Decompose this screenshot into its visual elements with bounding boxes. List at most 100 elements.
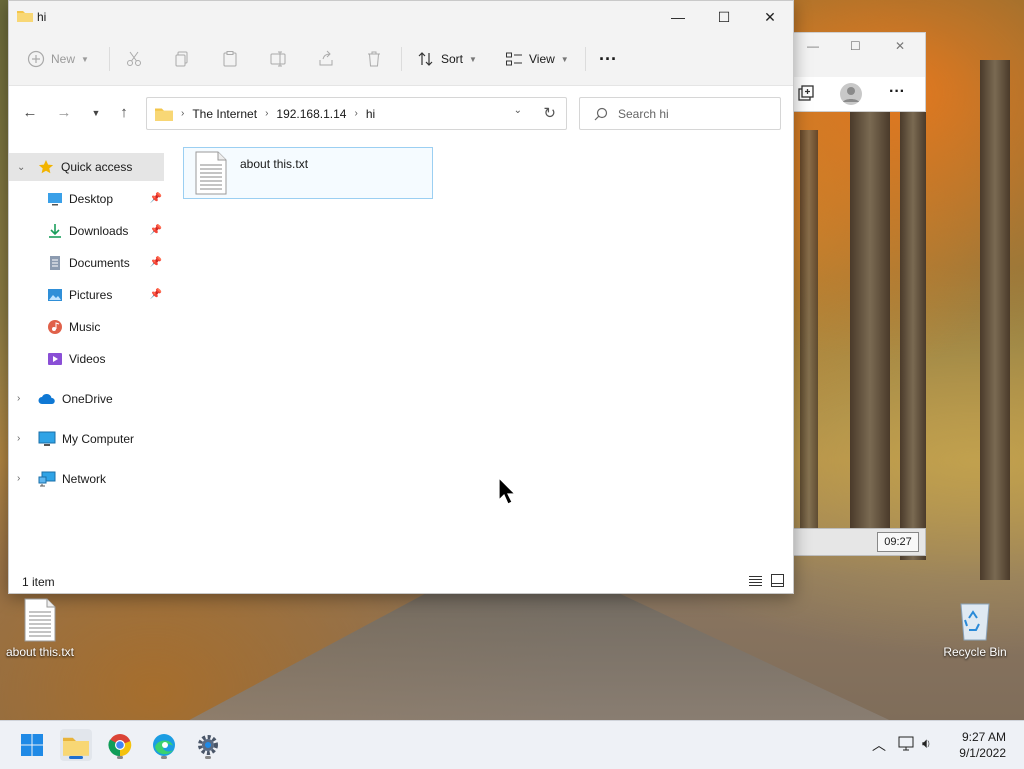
rename-button[interactable] <box>269 47 287 71</box>
minimize-button[interactable]: — <box>655 1 701 33</box>
refresh-icon[interactable]: ↻ <box>543 104 556 122</box>
delete-button[interactable] <box>365 47 383 71</box>
share-icon <box>319 50 333 66</box>
wallpaper-tree <box>800 130 818 530</box>
chevron-right-icon[interactable]: › <box>17 433 20 444</box>
running-indicator <box>69 756 83 759</box>
paste-button[interactable] <box>221 47 239 71</box>
pin-icon[interactable]: 📌 <box>150 289 162 300</box>
copy-button[interactable] <box>173 47 191 71</box>
file-item[interactable]: about this.txt <box>183 147 433 199</box>
sidebar-item-music[interactable]: Music <box>9 313 164 341</box>
navigation-pane: ⌄ Quick access Desktop 📌 Downloads 📌 Doc… <box>9 140 174 566</box>
search-box[interactable]: Search hi <box>579 97 781 130</box>
file-explorer-window[interactable]: hi — ☐ ✕ New ▼ Sort ▼ View ▼ ··· ← → ▼ ↑… <box>8 0 794 594</box>
file-list-area[interactable]: about this.txt <box>174 140 791 566</box>
recent-locations-button[interactable]: ▼ <box>85 108 107 128</box>
sidebar-item-documents[interactable]: Documents 📌 <box>9 249 164 277</box>
sidebar-label: OneDrive <box>62 392 113 406</box>
volume-icon[interactable]: 🔉︎ <box>922 735 931 752</box>
cut-button[interactable] <box>125 47 143 71</box>
close-button[interactable]: ✕ <box>747 1 793 33</box>
sidebar-item-quick-access[interactable]: ⌄ Quick access <box>9 153 164 181</box>
system-clock[interactable]: 9:27 AM 9/1/2022 <box>959 729 1006 761</box>
pin-icon[interactable]: 📌 <box>150 225 162 236</box>
sort-icon <box>418 52 433 66</box>
breadcrumb-hi[interactable]: hi <box>366 107 375 121</box>
share-button[interactable] <box>317 47 335 71</box>
search-icon <box>594 107 608 120</box>
file-name: about this.txt <box>240 157 309 171</box>
chevron-down-icon[interactable]: ⌄ <box>17 162 25 173</box>
edge-icon <box>153 734 175 756</box>
up-button[interactable]: ↑ <box>113 104 135 124</box>
breadcrumb-chevron-icon[interactable]: › <box>265 108 268 119</box>
taskbar-chrome[interactable] <box>104 729 136 761</box>
pin-icon[interactable]: 📌 <box>150 193 162 204</box>
start-button[interactable] <box>16 729 48 761</box>
network-tray-icon[interactable] <box>898 736 916 752</box>
taskbar-settings[interactable] <box>192 729 224 761</box>
sort-button[interactable]: Sort ▼ <box>417 47 477 71</box>
address-dropdown-icon[interactable]: ⌄ <box>514 105 522 116</box>
desktop-icon-recycle-bin[interactable]: Recycle Bin <box>938 600 1012 659</box>
new-button[interactable]: New ▼ <box>27 47 89 71</box>
mouse-cursor-icon <box>498 477 516 505</box>
details-view-icon[interactable] <box>749 575 762 587</box>
bg-minimize-icon[interactable]: — <box>807 39 819 53</box>
more-options-button[interactable]: ··· <box>599 47 617 71</box>
bg-maximize-icon[interactable]: ☐ <box>850 39 861 53</box>
taskbar-file-explorer[interactable] <box>60 729 92 761</box>
minimize-icon: — <box>671 9 685 25</box>
desktop-icon-about-this-txt[interactable]: about this.txt <box>2 598 78 659</box>
sidebar-item-videos[interactable]: Videos <box>9 345 164 373</box>
title-bar[interactable]: hi — ☐ ✕ <box>9 1 793 33</box>
bg-more-icon[interactable]: ··· <box>889 83 905 101</box>
sidebar-item-desktop[interactable]: Desktop 📌 <box>9 185 164 213</box>
chevron-down-icon: ▼ <box>560 54 569 64</box>
desktop-icon-label: about this.txt <box>5 645 75 659</box>
profile-avatar-icon[interactable] <box>839 82 863 106</box>
taskbar-edge[interactable] <box>148 729 180 761</box>
large-icons-view-icon[interactable] <box>771 574 784 587</box>
sidebar-label: Downloads <box>69 224 129 238</box>
view-icon <box>506 52 522 66</box>
background-window[interactable]: — ☐ ✕ ··· <box>792 32 926 112</box>
forward-button[interactable]: → <box>53 104 75 124</box>
toolbar-separator <box>401 47 402 71</box>
trash-icon <box>368 51 380 67</box>
sidebar-item-pictures[interactable]: Pictures 📌 <box>9 281 164 309</box>
sort-label: Sort <box>441 52 464 66</box>
cloud-icon <box>38 393 55 404</box>
chevron-right-icon[interactable]: › <box>17 393 20 404</box>
view-button[interactable]: View ▼ <box>505 47 569 71</box>
navigation-bar: ← → ▼ ↑ › The Internet › 192.168.1.14 › … <box>9 86 793 140</box>
collections-icon[interactable] <box>797 85 815 103</box>
maximize-icon: ☐ <box>717 8 731 25</box>
sidebar-item-downloads[interactable]: Downloads 📌 <box>9 217 164 245</box>
address-bar[interactable]: › The Internet › 192.168.1.14 › hi ⌄ ↻ <box>146 97 567 130</box>
maximize-button[interactable]: ☐ <box>701 1 747 33</box>
windows-logo-icon <box>21 734 43 756</box>
sidebar-label: Videos <box>69 352 106 366</box>
chevron-up-icon[interactable]: ︿ <box>872 735 886 755</box>
plus-circle-icon <box>27 50 45 68</box>
folder-icon <box>17 11 33 22</box>
close-icon: ✕ <box>764 8 776 25</box>
chevron-right-icon[interactable]: › <box>17 473 20 484</box>
chevron-down-icon: ▼ <box>81 54 89 64</box>
breadcrumb-the-internet[interactable]: The Internet <box>192 107 257 121</box>
bg-close-icon[interactable]: ✕ <box>895 39 905 53</box>
pin-icon[interactable]: 📌 <box>150 257 162 268</box>
running-indicator <box>117 756 123 759</box>
breadcrumb-chevron-icon[interactable]: › <box>354 108 357 119</box>
breadcrumb-ip[interactable]: 192.168.1.14 <box>276 107 346 121</box>
new-label: New <box>51 52 76 66</box>
toolbar-separator <box>585 47 586 71</box>
back-button[interactable]: ← <box>19 104 41 124</box>
sidebar-item-network[interactable]: › Network <box>9 465 164 493</box>
sidebar-item-onedrive[interactable]: › OneDrive <box>9 385 164 413</box>
breadcrumb-chevron-icon[interactable]: › <box>181 108 184 119</box>
sidebar-label: Pictures <box>69 288 113 302</box>
sidebar-item-my-computer[interactable]: › My Computer <box>9 425 164 453</box>
